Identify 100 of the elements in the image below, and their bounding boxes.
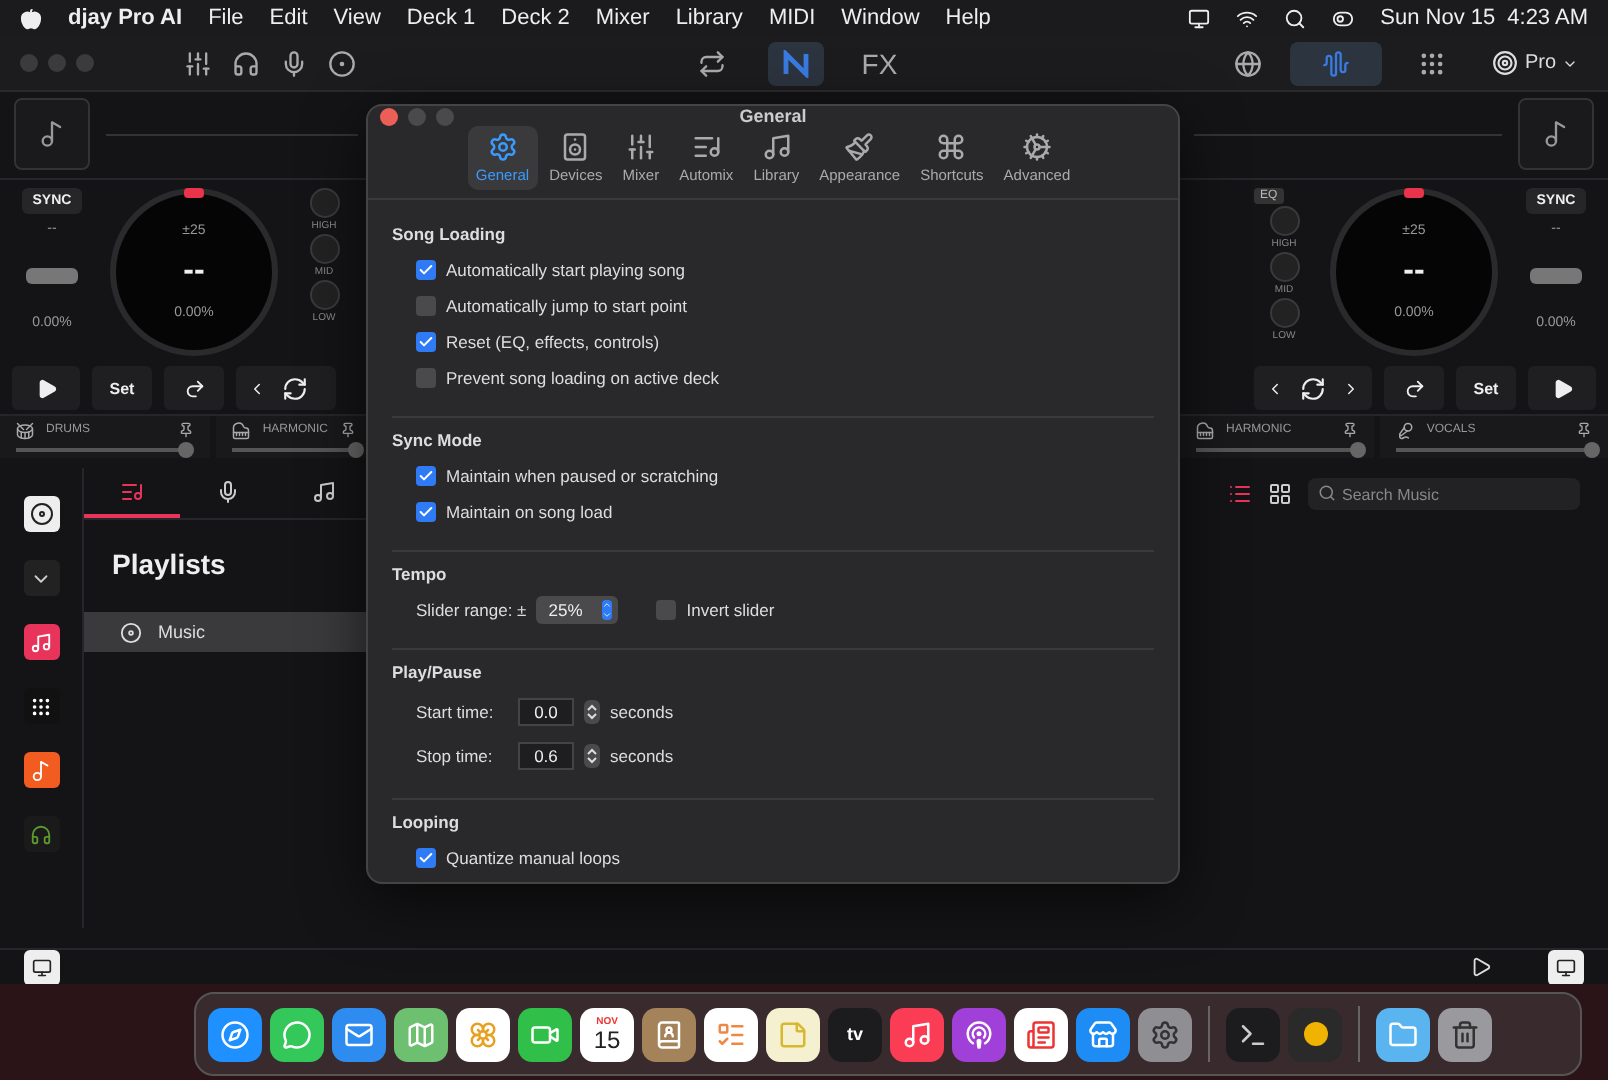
checkbox[interactable]	[416, 332, 436, 352]
apple-icon[interactable]	[20, 7, 42, 29]
menu-item[interactable]: Deck 1	[406, 6, 476, 30]
stem-slider[interactable]	[16, 447, 195, 452]
cue-jump-button[interactable]	[1384, 366, 1444, 411]
headphones-icon[interactable]	[232, 49, 260, 77]
stepper[interactable]	[584, 700, 600, 724]
loop-control[interactable]	[236, 366, 336, 411]
artwork-placeholder[interactable]	[14, 98, 90, 171]
loop-icon[interactable]	[282, 375, 308, 402]
harmonic-icon	[1196, 421, 1214, 440]
logo-button[interactable]	[767, 41, 824, 85]
compass-app-icon[interactable]	[208, 1007, 262, 1061]
pin-icon[interactable]	[178, 422, 195, 439]
play-button[interactable]	[1528, 366, 1596, 411]
fx-button[interactable]: FX	[851, 41, 908, 85]
pro-button[interactable]: Pro	[1482, 41, 1588, 85]
set-cue-button[interactable]: Set	[92, 366, 152, 411]
menu-item[interactable]: View	[333, 6, 381, 30]
screen-icon[interactable]	[1548, 949, 1584, 985]
control-center-icon[interactable]	[1332, 7, 1355, 29]
waveform-button[interactable]	[1290, 41, 1383, 85]
app-menu[interactable]: djay Pro AI	[68, 6, 183, 30]
play-screen-icon[interactable]	[1470, 956, 1492, 978]
checkbox[interactable]	[416, 848, 436, 868]
bubble-app-icon[interactable]	[270, 1007, 324, 1061]
store-app-icon[interactable]	[1076, 1007, 1130, 1061]
menu-item[interactable]: Deck 2	[501, 6, 570, 30]
library-icon	[761, 132, 792, 162]
globe-icon[interactable]	[1234, 49, 1263, 77]
number-field[interactable]: 0.0	[518, 698, 574, 726]
grid-icon[interactable]	[1418, 49, 1447, 77]
pin-icon[interactable]	[1576, 422, 1592, 439]
list-app-icon[interactable]	[704, 1007, 758, 1061]
pitch-fader[interactable]	[26, 267, 78, 284]
loop-icon[interactable]	[1300, 375, 1326, 402]
cloud-source-icon[interactable]	[23, 752, 59, 788]
menu-item[interactable]: Library	[675, 6, 743, 30]
record-icon[interactable]	[328, 49, 356, 77]
wifi-icon[interactable]	[1236, 7, 1259, 29]
playlist-item[interactable]: Music	[84, 612, 372, 652]
gear-app-icon[interactable]	[1138, 1007, 1192, 1061]
terminal-app-icon[interactable]	[1226, 1007, 1280, 1061]
menu-item[interactable]: File	[208, 6, 244, 30]
play-button[interactable]	[12, 366, 80, 411]
checkbox-label: Prevent song loading on active deck	[446, 368, 720, 388]
menu-item[interactable]: Mixer	[595, 6, 650, 30]
headphones-source-icon[interactable]	[23, 816, 59, 852]
chevron-down-icon[interactable]	[23, 560, 59, 596]
artwork-placeholder[interactable]	[1518, 98, 1594, 171]
checkbox[interactable]	[416, 502, 436, 522]
note-app-icon[interactable]	[766, 1007, 820, 1061]
clock-time[interactable]: 4:23 AM	[1507, 6, 1588, 30]
display-icon[interactable]	[1188, 7, 1211, 29]
flower-app-icon[interactable]	[456, 1007, 510, 1061]
book-app-icon[interactable]	[642, 1007, 696, 1061]
number-field[interactable]: 0.6	[518, 742, 574, 770]
chevron-left-icon[interactable]	[248, 379, 266, 398]
pin-icon[interactable]	[340, 422, 356, 439]
set-cue-button[interactable]: Set	[1456, 366, 1516, 411]
checkbox-label: Maintain on song load	[446, 502, 613, 522]
checkbox[interactable]	[416, 296, 436, 316]
dots-source-icon[interactable]	[23, 688, 59, 724]
search-field[interactable]: Search Music	[1308, 478, 1580, 510]
pitch-fader[interactable]	[1530, 267, 1582, 284]
close-button[interactable]	[380, 107, 398, 125]
trash-app-icon[interactable]	[1438, 1007, 1492, 1061]
menu-item[interactable]: Help	[945, 6, 991, 30]
tv-app-icon[interactable]: tv	[828, 1007, 882, 1061]
checkbox[interactable]	[416, 260, 436, 280]
podcast-app-icon[interactable]	[952, 1007, 1006, 1061]
mail-app-icon[interactable]	[332, 1007, 386, 1061]
search-icon[interactable]	[1284, 7, 1307, 29]
mixer-icon[interactable]	[184, 49, 212, 77]
screen-icon[interactable]	[24, 949, 60, 985]
pin-icon[interactable]	[1342, 422, 1359, 439]
vinyl-icon[interactable]	[23, 496, 59, 532]
stepper[interactable]	[584, 744, 600, 768]
chevron-left-icon[interactable]	[1266, 379, 1284, 398]
map-app-icon[interactable]	[394, 1007, 448, 1061]
grid-view-button[interactable]	[1268, 482, 1292, 506]
chevron-right-icon[interactable]	[1342, 379, 1360, 398]
clock-date[interactable]: Sun Nov 15	[1380, 6, 1496, 30]
music-source-icon[interactable]	[23, 624, 59, 660]
news-app-icon[interactable]	[1014, 1007, 1068, 1061]
menu-item[interactable]: MIDI	[768, 6, 816, 30]
camera-app-icon[interactable]	[518, 1007, 572, 1061]
music-app-icon[interactable]	[890, 1007, 944, 1061]
checkbox[interactable]	[416, 368, 436, 388]
devices-icon	[560, 132, 591, 162]
checkbox[interactable]	[656, 600, 677, 620]
checkbox[interactable]	[416, 466, 436, 486]
folder-app-icon[interactable]	[1376, 1007, 1430, 1061]
range-select[interactable]: 25%	[536, 596, 619, 624]
menu-item[interactable]: Edit	[269, 6, 308, 30]
cue-jump-button[interactable]	[164, 366, 224, 411]
loop-control[interactable]	[1254, 366, 1372, 411]
dot-app-icon[interactable]	[1288, 1007, 1342, 1061]
menu-item[interactable]: Window	[841, 6, 920, 30]
microphone-icon[interactable]	[280, 49, 308, 77]
